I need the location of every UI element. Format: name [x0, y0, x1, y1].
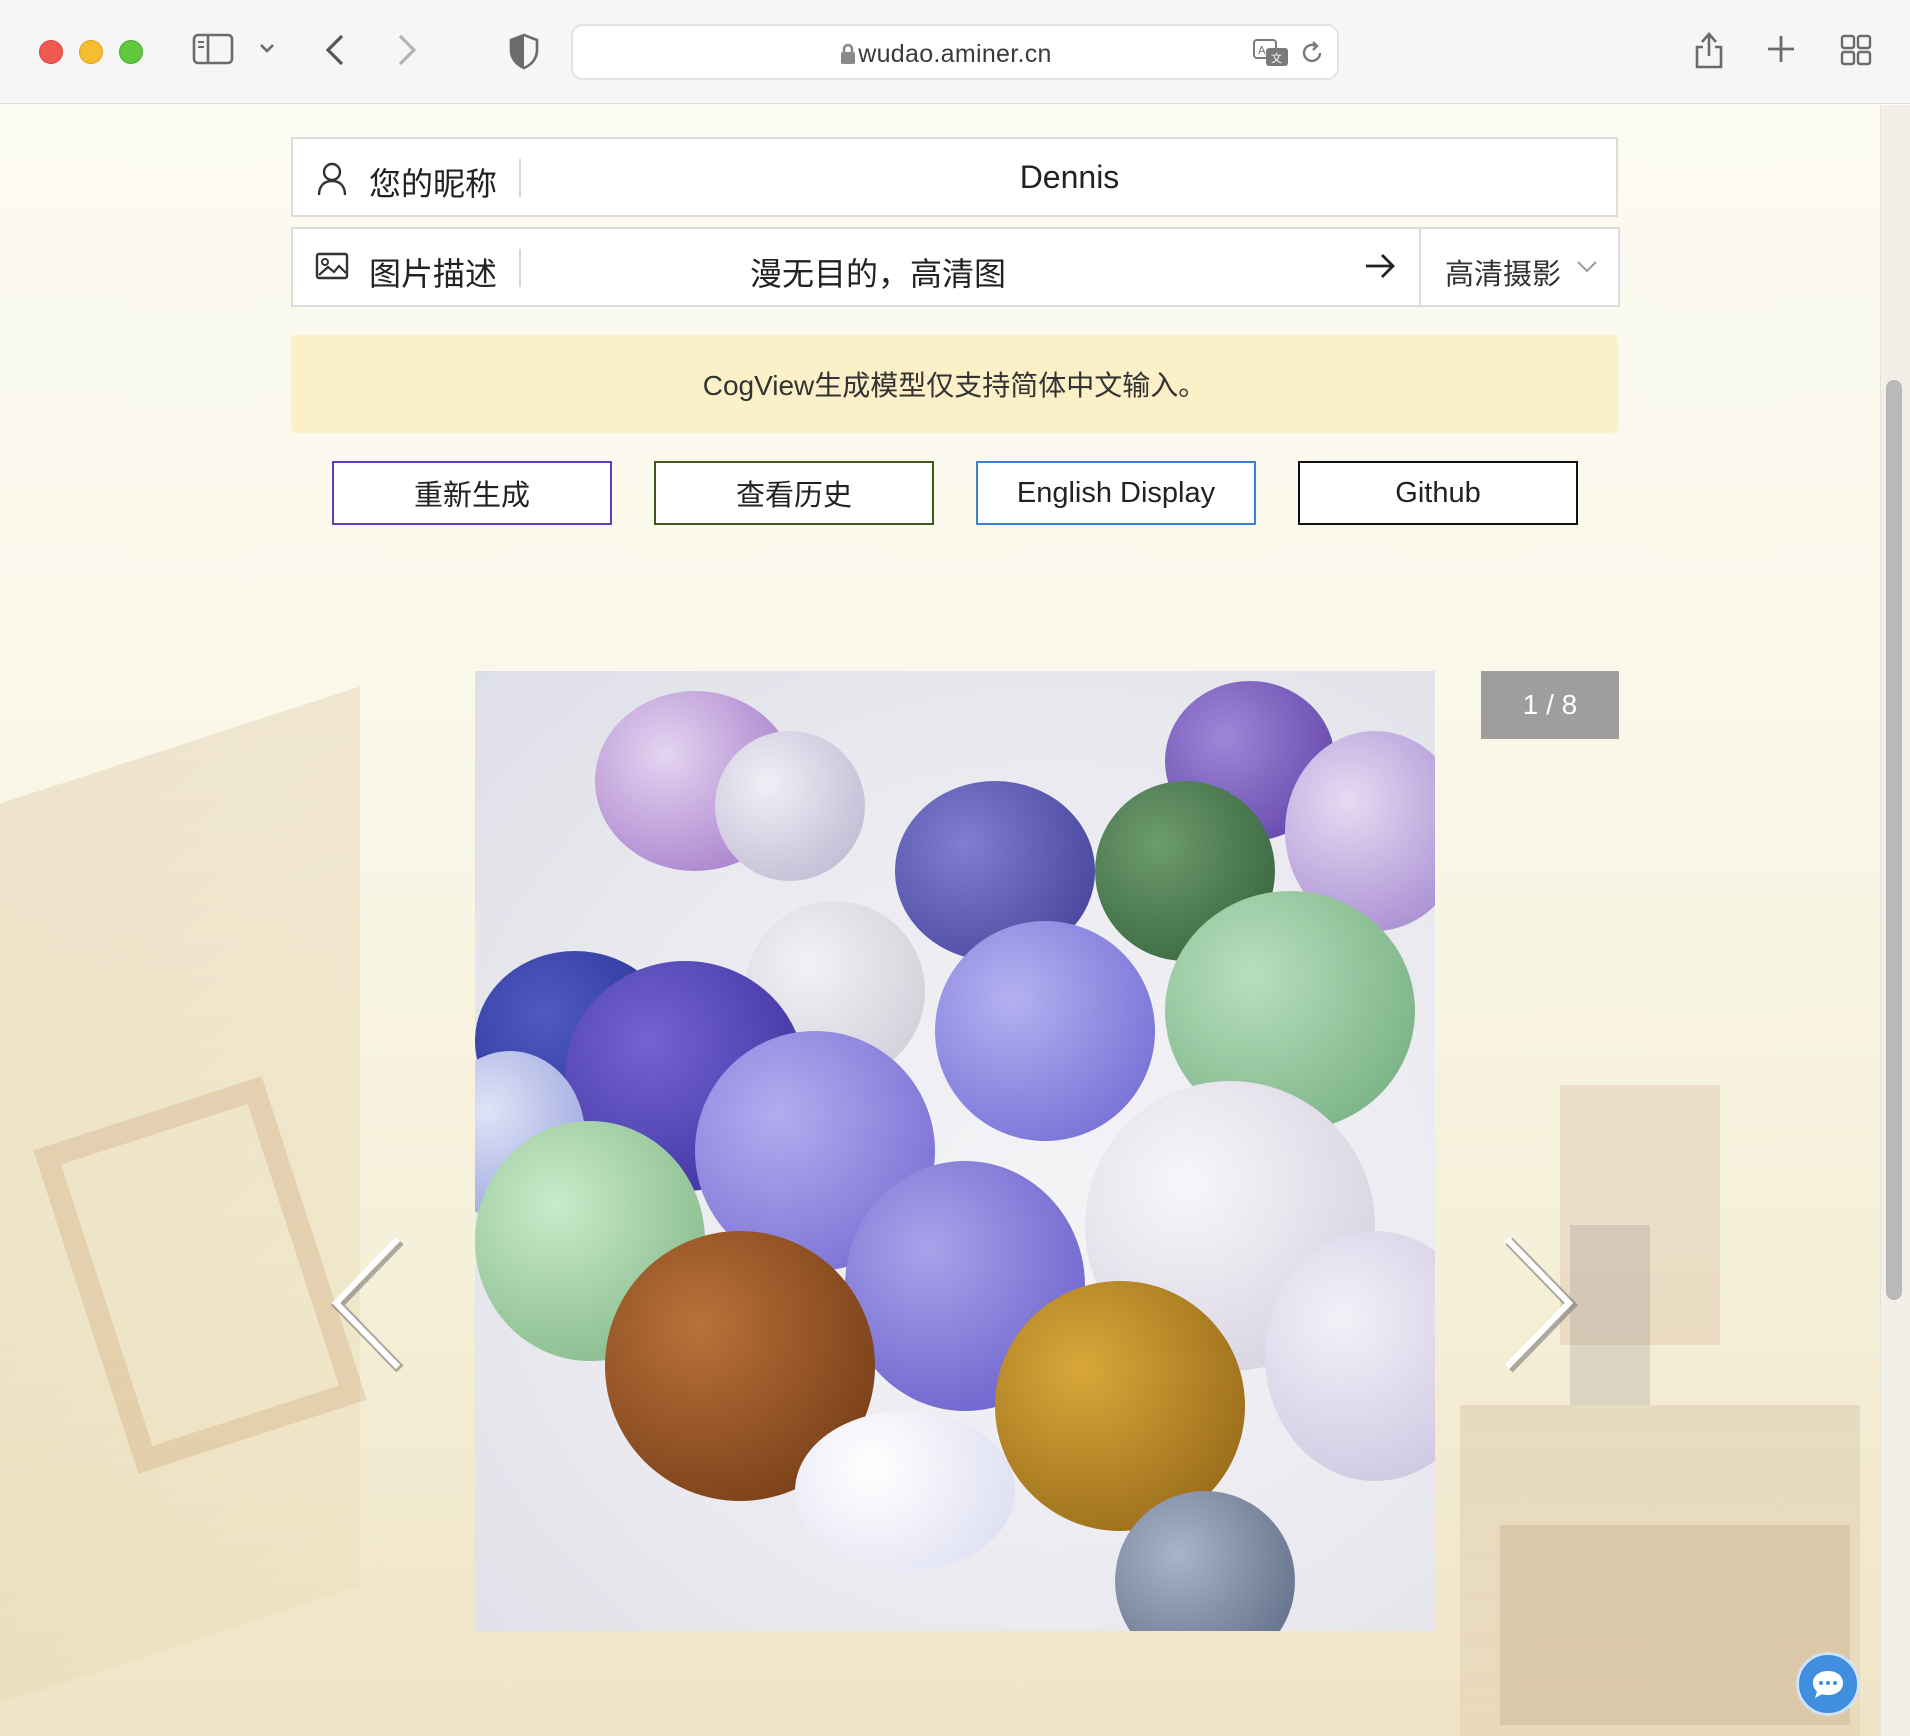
image-icon	[315, 251, 349, 286]
zoom-window-button[interactable]	[119, 40, 143, 64]
privacy-shield-icon[interactable]	[508, 32, 540, 70]
svg-text:A: A	[1258, 44, 1266, 57]
regenerate-button[interactable]: 重新生成	[332, 461, 612, 525]
user-icon	[315, 161, 349, 202]
view-history-button[interactable]: 查看历史	[654, 461, 934, 525]
generated-image	[475, 671, 1435, 1631]
share-icon[interactable]	[1692, 30, 1726, 70]
chat-bubble-icon[interactable]	[1796, 1652, 1860, 1716]
address-bar[interactable]: wudao.aminer.cn A文	[571, 24, 1339, 80]
nickname-input[interactable]: Dennis	[523, 159, 1616, 196]
field-divider	[519, 159, 521, 197]
style-select[interactable]: 高清摄影	[1419, 227, 1620, 307]
felt-ball	[935, 921, 1155, 1141]
tab-overview-icon[interactable]	[1840, 34, 1872, 66]
chevron-down-icon[interactable]	[258, 42, 276, 54]
sidebar-toggle-icon[interactable]	[192, 32, 234, 66]
prompt-field[interactable]: 图片描述 漫无目的，高清图 高清摄影	[291, 227, 1620, 307]
english-display-button[interactable]: English Display	[976, 461, 1256, 525]
github-button[interactable]: Github	[1298, 461, 1578, 525]
scrollbar-thumb[interactable]	[1886, 380, 1902, 1300]
carousel-counter: 1 / 8	[1481, 671, 1619, 739]
prompt-label: 图片描述	[369, 256, 498, 292]
felt-ball	[715, 731, 865, 881]
back-icon[interactable]	[322, 32, 348, 68]
chevron-left-icon[interactable]	[328, 1235, 412, 1380]
style-select-value: 高清摄影	[1445, 259, 1562, 291]
page-content: 您的昵称 Dennis 图片描述 漫无目的，高清图 高清摄影 CogView生成…	[0, 105, 1910, 1736]
minimize-window-button[interactable]	[79, 40, 103, 64]
forward-icon[interactable]	[394, 32, 420, 68]
language-notice: CogView生成模型仅支持简体中文输入。	[291, 335, 1618, 433]
new-tab-icon[interactable]	[1766, 34, 1796, 64]
nickname-label: 您的昵称	[369, 166, 498, 202]
svg-text:文: 文	[1271, 51, 1282, 65]
chevron-right-icon[interactable]	[1495, 1235, 1579, 1380]
translate-icon[interactable]: A文	[1252, 38, 1290, 73]
url-text: wudao.aminer.cn	[858, 40, 1052, 68]
browser-toolbar: wudao.aminer.cn A文	[0, 0, 1910, 104]
nickname-field[interactable]: 您的昵称 Dennis	[291, 137, 1618, 217]
arrow-right-icon[interactable]	[1363, 249, 1397, 288]
prompt-input[interactable]: 漫无目的，高清图	[523, 249, 1233, 295]
field-divider	[519, 249, 521, 287]
close-window-button[interactable]	[39, 40, 63, 64]
background-scenery	[1570, 1225, 1650, 1405]
reload-icon[interactable]	[1299, 40, 1325, 71]
felt-ball	[795, 1411, 1015, 1571]
chevron-down-icon	[1576, 259, 1598, 278]
